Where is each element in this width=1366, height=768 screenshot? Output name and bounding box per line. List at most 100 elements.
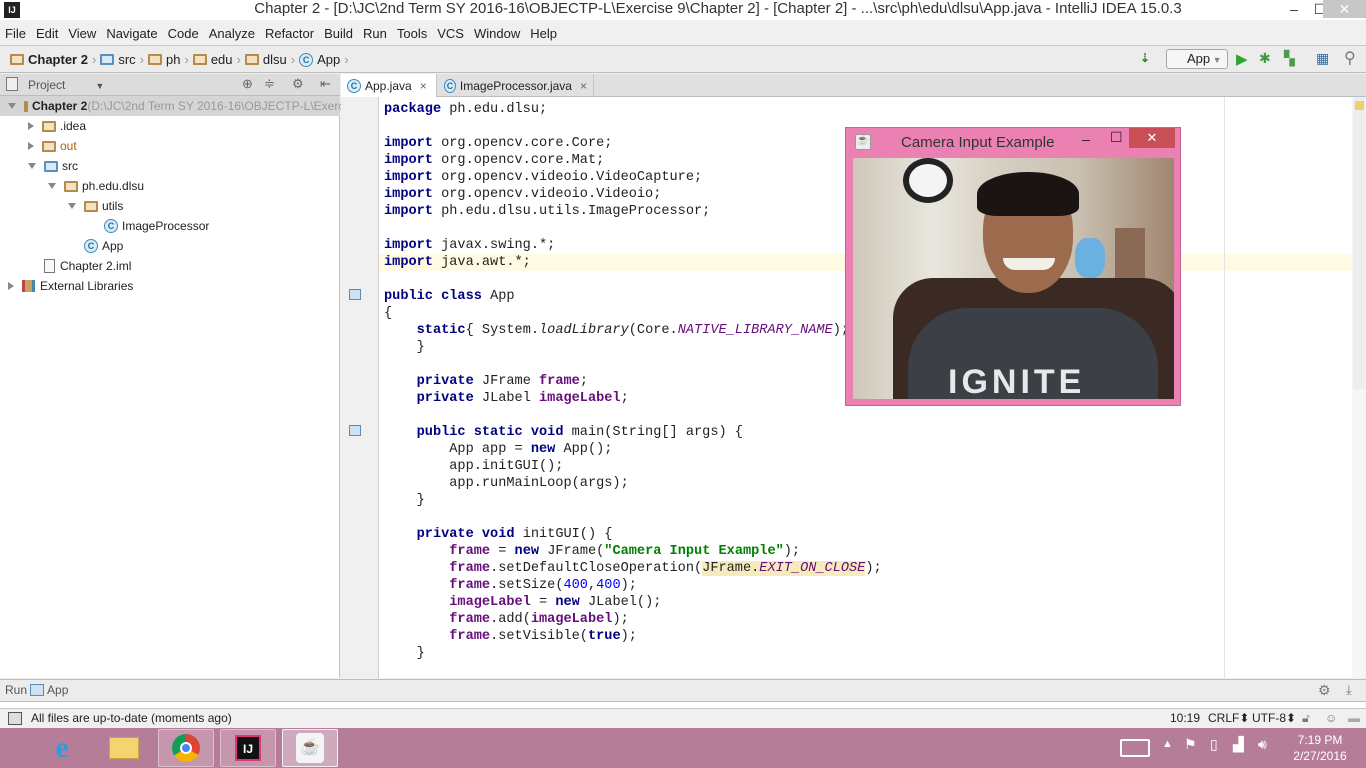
code-token: import xyxy=(384,238,433,253)
scrollbar-thumb[interactable] xyxy=(1353,97,1365,389)
menu-code[interactable]: Code xyxy=(163,21,204,46)
tree-item[interactable]: .idea xyxy=(0,116,340,136)
network-icon[interactable]: ▟ xyxy=(1233,736,1244,753)
breadcrumb-label: App xyxy=(317,52,341,67)
vcs-update-icon[interactable]: ⇣ xyxy=(1140,51,1150,65)
menu-refactor[interactable]: Refactor xyxy=(260,21,319,46)
event-log-icon[interactable]: ▬ xyxy=(1348,709,1360,728)
code-token: .setDefaultCloseOperation( xyxy=(490,561,703,576)
hide-icon[interactable]: ⤓ xyxy=(1346,682,1352,698)
intellij-idea-icon[interactable]: IJ xyxy=(220,729,276,767)
close-tab-icon[interactable]: × xyxy=(580,75,587,97)
settings-gear-icon[interactable]: ⚙ xyxy=(1318,682,1331,699)
collapsed-arrow-icon[interactable] xyxy=(28,122,34,130)
expanded-arrow-icon[interactable] xyxy=(28,163,36,169)
chevron-right-icon: › xyxy=(344,52,349,67)
camera-feed-image: IGNITE xyxy=(853,158,1174,399)
run-gutter-icon[interactable] xyxy=(349,425,361,436)
breadcrumb-item[interactable]: Chapter 2 xyxy=(10,51,88,68)
chrome-icon[interactable] xyxy=(158,729,214,767)
caret-position[interactable]: 10:19 xyxy=(1170,709,1200,728)
hide-panel-icon[interactable]: ⇤ xyxy=(320,76,331,92)
code-token: App xyxy=(481,289,515,304)
run-tab[interactable]: Run App xyxy=(5,683,68,697)
tree-item[interactable]: C ImageProcessor xyxy=(0,216,340,236)
encoding[interactable]: UTF-8⬍ xyxy=(1252,709,1296,728)
breadcrumb-item[interactable]: src xyxy=(100,51,136,68)
menu-edit[interactable]: Edit xyxy=(31,21,63,46)
menu-run[interactable]: Run xyxy=(358,21,392,46)
menu-navigate[interactable]: Navigate xyxy=(101,21,162,46)
tree-item[interactable]: C App xyxy=(0,236,340,256)
collapse-all-icon[interactable]: ≑ xyxy=(264,76,275,92)
project-view-select[interactable]: Project ▼ xyxy=(28,78,104,92)
show-hidden-icons[interactable]: ▲ xyxy=(1162,738,1173,750)
run-icon[interactable]: ▶ xyxy=(1236,50,1248,68)
menu-view[interactable]: View xyxy=(63,21,101,46)
code-token: JLabel(); xyxy=(579,595,662,610)
menu-analyze[interactable]: Analyze xyxy=(204,21,260,46)
navigation-bar: Chapter 2 › src › ph › edu › dlsu › C App › ⇣ App ▼ … xyxy=(0,46,1366,73)
action-center-icon[interactable]: ⚑ xyxy=(1184,736,1197,753)
class-icon: C xyxy=(104,219,118,233)
expanded-arrow-icon[interactable] xyxy=(8,103,16,109)
keyboard-icon[interactable] xyxy=(1120,739,1150,757)
collapsed-arrow-icon[interactable] xyxy=(8,282,14,290)
debug-icon[interactable]: ✱ xyxy=(1259,50,1271,67)
clock[interactable]: 7:19 PM 2/27/2016 xyxy=(1290,732,1350,764)
tab-imageprocessor-java[interactable]: C ImageProcessor.java × xyxy=(438,74,594,97)
maximize-button[interactable]: ☐ xyxy=(1110,129,1123,146)
project-structure-icon[interactable]: ▦ xyxy=(1316,50,1329,67)
tree-item[interactable]: ph.edu.dlsu xyxy=(0,176,340,196)
minimize-button[interactable]: – xyxy=(1082,131,1090,147)
tree-item[interactable]: utils xyxy=(0,196,340,216)
minimize-button[interactable]: – xyxy=(1282,0,1306,18)
java-app-icon[interactable]: ☕ xyxy=(282,729,338,767)
tree-item[interactable]: Chapter 2.iml xyxy=(0,256,340,276)
coverage-icon[interactable]: ▚ xyxy=(1284,50,1295,67)
settings-gear-icon[interactable]: ⚙ xyxy=(292,76,304,92)
code-line: frame.setVisible(true); xyxy=(379,628,1352,645)
search-icon[interactable]: ⚲ xyxy=(1344,48,1356,68)
tree-item-label: App xyxy=(102,239,124,253)
tab-app-java[interactable]: C App.java × xyxy=(341,74,437,97)
collapsed-arrow-icon[interactable] xyxy=(28,142,34,150)
menu-file[interactable]: File xyxy=(0,21,31,46)
breadcrumb-item[interactable]: dlsu xyxy=(244,51,287,68)
inspector-icon[interactable]: ☺ xyxy=(1325,709,1337,728)
close-button[interactable]: ✕ xyxy=(1323,0,1366,18)
internet-explorer-icon[interactable]: e xyxy=(40,729,84,767)
tree-item[interactable]: External Libraries xyxy=(0,276,340,296)
lock-icon[interactable]: 🔓︎ xyxy=(1302,709,1310,728)
breadcrumb-item[interactable]: ph xyxy=(148,51,180,68)
breadcrumb-item[interactable]: edu xyxy=(192,51,233,68)
run-gutter-icon[interactable] xyxy=(349,289,361,300)
volume-icon[interactable]: 🔊︎ xyxy=(1258,736,1267,753)
tree-item[interactable]: Chapter 2 (D:\JC\2nd Term SY 2016-16\OBJ… xyxy=(0,96,430,116)
close-tab-icon[interactable]: × xyxy=(420,75,427,97)
code-token: private xyxy=(416,374,474,389)
file-explorer-icon[interactable] xyxy=(102,729,146,767)
locate-icon[interactable]: ⊕ xyxy=(242,76,253,92)
line-separator[interactable]: CRLF⬍ xyxy=(1208,709,1249,728)
battery-icon[interactable]: ▯ xyxy=(1210,736,1218,753)
tree-item[interactable]: src xyxy=(0,156,340,176)
menu-build[interactable]: Build xyxy=(319,21,358,46)
menu-vcs[interactable]: VCS xyxy=(432,21,469,46)
tree-item[interactable]: out xyxy=(0,136,340,156)
close-button[interactable]: ✕ xyxy=(1129,128,1175,148)
editor-scrollbar[interactable] xyxy=(1352,97,1366,678)
menu-tools[interactable]: Tools xyxy=(392,21,432,46)
expanded-arrow-icon[interactable] xyxy=(68,203,76,209)
menu-window[interactable]: Window xyxy=(469,21,525,46)
tool-windows-icon[interactable] xyxy=(8,712,22,725)
code-line: imageLabel = new JLabel(); xyxy=(379,594,1352,611)
code-token: new xyxy=(530,442,556,457)
expanded-arrow-icon[interactable] xyxy=(48,183,56,189)
tree-item-label: src xyxy=(62,159,78,173)
run-config-select[interactable]: App ▼ xyxy=(1166,49,1228,69)
breadcrumb-item[interactable]: C App xyxy=(299,51,340,68)
menu-help[interactable]: Help xyxy=(525,21,562,46)
